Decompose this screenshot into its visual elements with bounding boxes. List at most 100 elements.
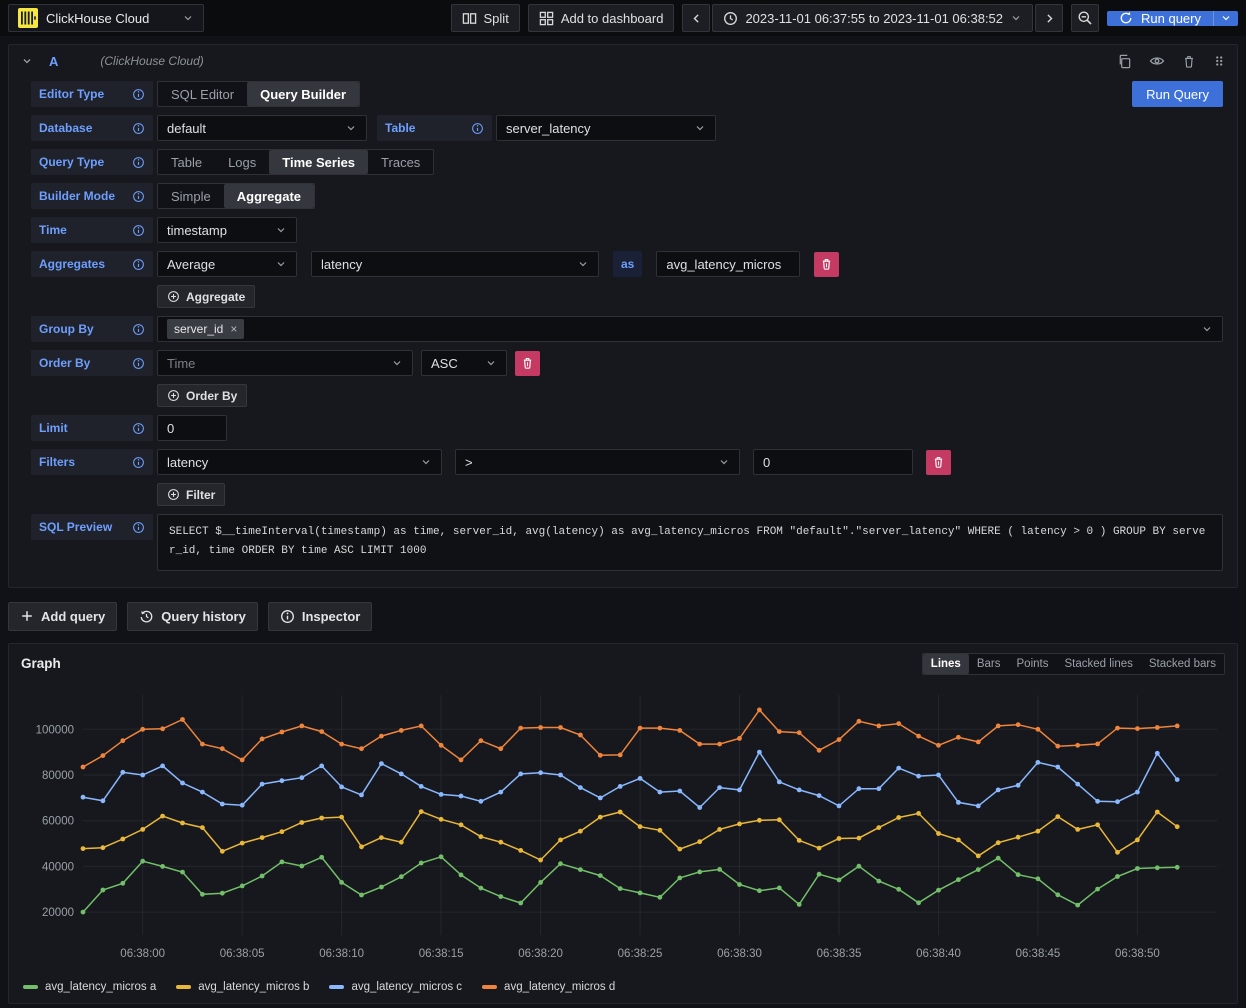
run-query-dropdown-button[interactable] (1213, 11, 1238, 26)
table-select[interactable]: server_latency (496, 115, 716, 141)
graph-style-lines[interactable]: Lines (923, 654, 969, 674)
delete-query-trash-icon[interactable] (1182, 54, 1196, 69)
info-icon[interactable] (132, 190, 145, 203)
info-icon[interactable] (132, 88, 145, 101)
info-circle-icon (280, 609, 295, 624)
info-icon[interactable] (132, 323, 145, 336)
chart-legend: avg_latency_micros a avg_latency_micros b… (9, 979, 1237, 1003)
filter-field-select[interactable]: latency (157, 449, 442, 475)
add-query-button[interactable]: Add query (8, 602, 117, 631)
collapse-chevron-icon[interactable] (21, 55, 33, 67)
aggregate-column-select[interactable]: latency (311, 251, 599, 277)
trash-icon (932, 455, 945, 469)
editor-run-query-button[interactable]: Run Query (1132, 81, 1223, 107)
graph-panel: Graph Lines Bars Points Stacked lines St… (8, 643, 1238, 1004)
add-to-dashboard-button[interactable]: Add to dashboard (528, 4, 675, 32)
timeseries-chart[interactable]: 2000040000600008000010000006:38:0006:38:… (19, 683, 1225, 979)
add-aggregate-button[interactable]: Aggregate (157, 285, 255, 308)
builder-mode-aggregate[interactable]: Aggregate (224, 184, 314, 208)
legend-item[interactable]: avg_latency_micros d (482, 981, 615, 993)
aggregate-alias-input[interactable]: avg_latency_micros (656, 251, 800, 277)
builder-mode-simple[interactable]: Simple (158, 184, 224, 208)
editor-type-query-builder[interactable]: Query Builder (247, 82, 359, 106)
series-point (359, 892, 364, 897)
graph-style-points[interactable]: Points (1009, 654, 1057, 674)
query-ref-id[interactable]: A (49, 54, 58, 69)
legend-item[interactable]: avg_latency_micros a (23, 981, 156, 993)
group-by-multiselect[interactable]: server_id × (157, 316, 1223, 342)
series-point (1115, 849, 1120, 854)
run-query-label: Run query (1141, 11, 1201, 26)
builder-mode-switch: Simple Aggregate (157, 183, 315, 209)
series-point (956, 800, 961, 805)
hide-query-eye-icon[interactable] (1149, 53, 1165, 69)
info-icon[interactable] (132, 224, 145, 237)
series-point (479, 834, 484, 839)
add-filter-button[interactable]: Filter (157, 483, 225, 506)
x-axis-tick-label: 06:38:40 (916, 948, 961, 960)
series-point (976, 853, 981, 858)
series-point (160, 813, 165, 818)
info-icon[interactable] (132, 258, 145, 271)
trash-icon (521, 356, 534, 370)
series-point (717, 741, 722, 746)
chevron-down-icon (485, 357, 497, 369)
legend-item[interactable]: avg_latency_micros c (329, 981, 462, 993)
graph-style-stacked-lines[interactable]: Stacked lines (1056, 654, 1140, 674)
series-point (797, 838, 802, 843)
info-icon[interactable] (132, 357, 145, 370)
order-by-direction-select[interactable]: ASC (421, 350, 507, 376)
remove-filter-button[interactable] (926, 450, 951, 475)
explore-toolbar: ClickHouse Cloud Split Add to dashboard (0, 0, 1246, 36)
time-column-select[interactable]: timestamp (157, 217, 297, 243)
query-type-logs[interactable]: Logs (215, 150, 269, 174)
info-icon[interactable] (132, 456, 145, 469)
x-axis-tick-label: 06:38:05 (220, 948, 265, 960)
graph-style-bars[interactable]: Bars (969, 654, 1009, 674)
remove-aggregate-button[interactable] (814, 252, 839, 277)
inspector-button[interactable]: Inspector (268, 602, 373, 631)
series-point (996, 723, 1001, 728)
chevron-down-icon (391, 357, 403, 369)
time-shift-forward-button[interactable] (1035, 4, 1063, 32)
datasource-picker[interactable]: ClickHouse Cloud (8, 4, 204, 32)
info-icon[interactable] (471, 122, 484, 135)
remove-order-by-button[interactable] (515, 351, 540, 376)
query-type-table[interactable]: Table (158, 150, 215, 174)
duplicate-query-icon[interactable] (1117, 54, 1132, 69)
time-range-picker[interactable]: 2023-11-01 06:37:55 to 2023-11-01 06:38:… (712, 4, 1033, 32)
info-icon[interactable] (132, 156, 145, 169)
drag-handle-icon[interactable] (1213, 54, 1225, 68)
add-order-by-button[interactable]: Order By (157, 384, 247, 407)
series-point (140, 726, 145, 731)
info-icon[interactable] (132, 122, 145, 135)
limit-input[interactable]: 0 (157, 415, 227, 441)
filter-operator-select[interactable]: > (455, 449, 740, 475)
order-by-field-select[interactable]: Time (157, 350, 413, 376)
info-icon[interactable] (132, 422, 145, 435)
time-shift-back-button[interactable] (682, 4, 710, 32)
split-button[interactable]: Split (451, 4, 520, 32)
query-history-button[interactable]: Query history (127, 602, 258, 631)
remove-tag-icon[interactable]: × (230, 322, 237, 336)
series-point (1055, 892, 1060, 897)
zoom-out-button[interactable] (1071, 4, 1099, 32)
history-icon (139, 609, 154, 624)
query-type-time-series[interactable]: Time Series (269, 150, 368, 174)
database-select[interactable]: default (157, 115, 367, 141)
aggregate-function-select[interactable]: Average (157, 251, 297, 277)
series-point (399, 874, 404, 879)
series-point (638, 776, 643, 781)
filter-value-input[interactable]: 0 (753, 449, 913, 475)
run-query-button[interactable]: Run query (1107, 11, 1213, 26)
info-icon[interactable] (132, 521, 145, 534)
series-point (1075, 781, 1080, 786)
series-point (419, 784, 424, 789)
graph-style-stacked-bars[interactable]: Stacked bars (1141, 654, 1224, 674)
editor-type-sql-editor[interactable]: SQL Editor (158, 82, 247, 106)
query-type-traces[interactable]: Traces (368, 150, 433, 174)
graph-title: Graph (21, 656, 61, 671)
series-point (658, 789, 663, 794)
series-point (419, 809, 424, 814)
legend-item[interactable]: avg_latency_micros b (176, 981, 309, 993)
